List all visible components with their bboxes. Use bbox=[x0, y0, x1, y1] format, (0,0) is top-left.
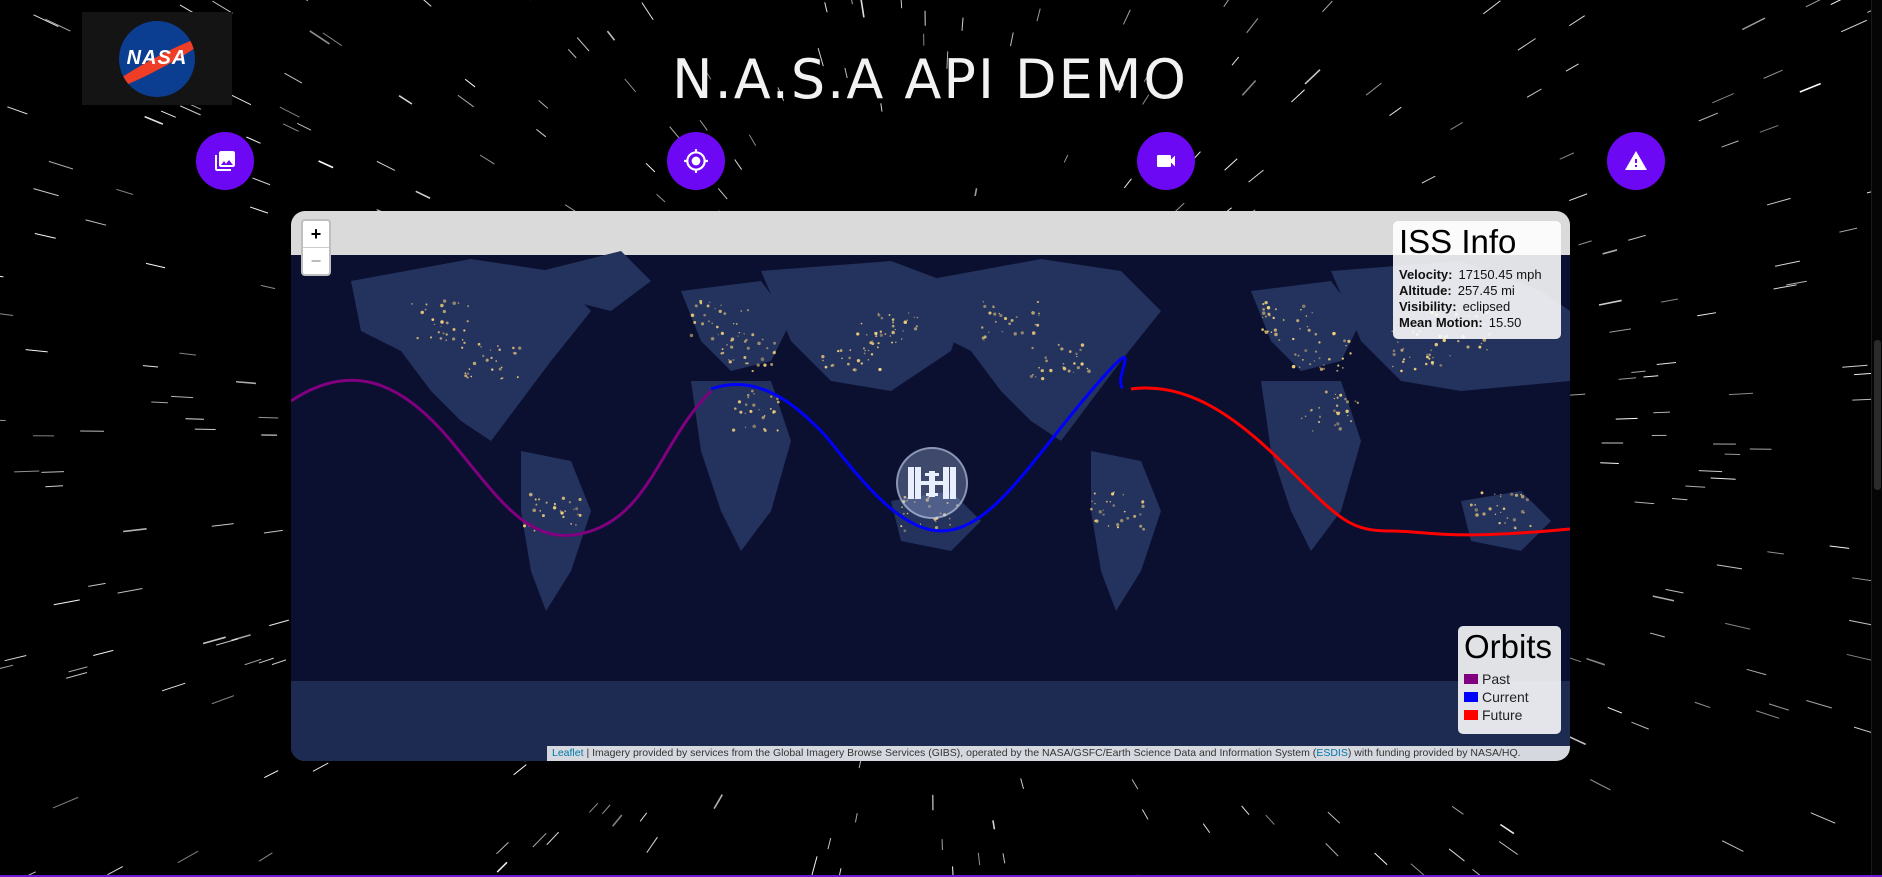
legend-swatch bbox=[1464, 710, 1478, 720]
velocity-row: Velocity: 17150.45 mph bbox=[1399, 267, 1542, 282]
space-station-icon bbox=[908, 467, 956, 499]
legend-item-current: Current bbox=[1464, 688, 1555, 706]
scrollbar-thumb[interactable] bbox=[1874, 340, 1881, 490]
gps-location-icon bbox=[684, 149, 708, 173]
altitude-row: Altitude: 257.45 mi bbox=[1399, 283, 1515, 298]
videocam-icon bbox=[1157, 155, 1175, 167]
photo-library-icon bbox=[215, 151, 235, 171]
legend-item-future: Future bbox=[1464, 706, 1555, 724]
legend-swatch bbox=[1464, 692, 1478, 702]
alerts-nav-button[interactable] bbox=[1607, 132, 1665, 190]
map-attribution: Leaflet | Imagery provided by services f… bbox=[547, 746, 1570, 761]
iss-info-title: ISS Info bbox=[1399, 223, 1517, 260]
legend-title: Orbits bbox=[1464, 628, 1553, 665]
leaflet-link[interactable]: Leaflet bbox=[552, 747, 584, 759]
esdis-link[interactable]: ESDIS bbox=[1316, 747, 1348, 759]
iss-info-panel: ISS Info Velocity: 17150.45 mph Altitude:… bbox=[1393, 221, 1561, 339]
zoom-control: + − bbox=[301, 219, 331, 276]
zoom-in-button[interactable]: + bbox=[303, 221, 329, 248]
iss-map[interactable]: + − ISS Info Velocity: 17150.45 mph Altit… bbox=[291, 211, 1570, 761]
altitude-value: 257.45 mi bbox=[1457, 283, 1515, 298]
video-nav-button[interactable] bbox=[1137, 132, 1195, 190]
iss-marker[interactable] bbox=[896, 447, 968, 519]
legend-swatch bbox=[1464, 674, 1478, 684]
zoom-out-button[interactable]: − bbox=[303, 248, 329, 274]
mean-motion-value: 15.50 bbox=[1488, 315, 1522, 330]
images-nav-button[interactable] bbox=[196, 132, 254, 190]
mean-motion-row: Mean Motion: 15.50 bbox=[1399, 315, 1522, 330]
page-title: N.A.S.A API DEMO bbox=[672, 48, 1188, 111]
legend-item-past: Past bbox=[1464, 670, 1555, 688]
iss-tracker-nav-button[interactable] bbox=[667, 132, 725, 190]
page-scrollbar[interactable] bbox=[1871, 0, 1882, 877]
velocity-value: 17150.45 mph bbox=[1458, 267, 1542, 282]
orbits-legend: Orbits Past Current Future bbox=[1458, 626, 1561, 734]
visibility-row: Visibility: eclipsed bbox=[1399, 299, 1511, 314]
warning-icon bbox=[1625, 151, 1647, 170]
visibility-value: eclipsed bbox=[1462, 299, 1511, 314]
